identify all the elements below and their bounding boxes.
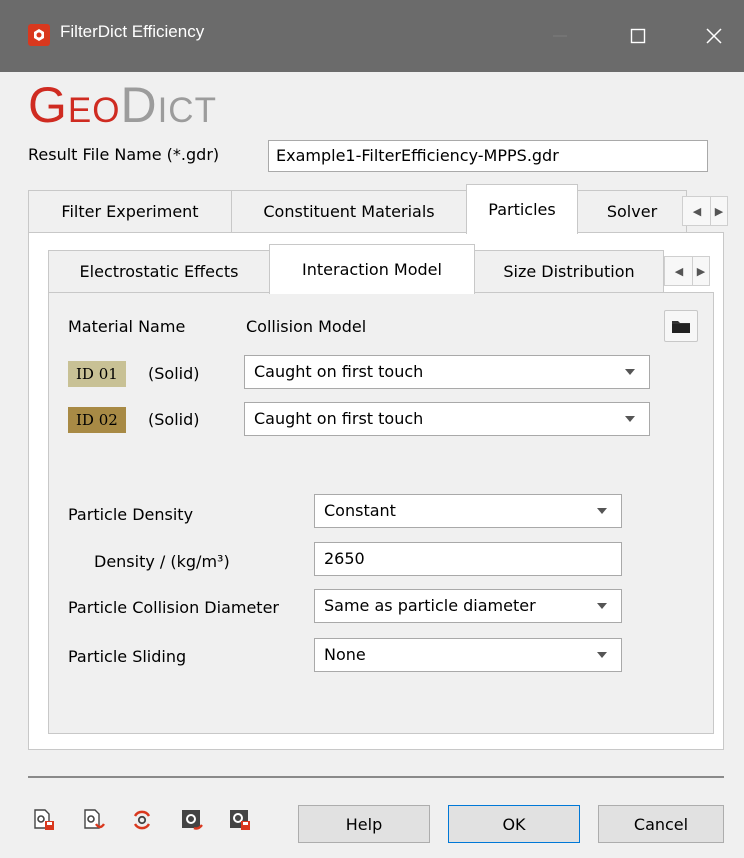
tab-solver[interactable]: Solver bbox=[577, 190, 687, 232]
tab-filter-experiment[interactable]: Filter Experiment bbox=[28, 190, 232, 232]
tab-constituent-materials[interactable]: Constituent Materials bbox=[231, 190, 467, 232]
help-button[interactable]: Help bbox=[298, 805, 430, 843]
app-icon bbox=[28, 24, 50, 46]
chevron-down-icon bbox=[597, 652, 607, 658]
collision-model-value: Caught on first touch bbox=[254, 409, 424, 428]
edit-macro-icon[interactable] bbox=[180, 808, 204, 832]
minimize-button[interactable] bbox=[530, 14, 590, 58]
collision-model-header: Collision Model bbox=[246, 317, 367, 336]
collision-model-dropdown[interactable]: Caught on first touch bbox=[244, 402, 650, 436]
save-settings-icon[interactable] bbox=[32, 808, 56, 832]
inner-tab-scroll-right-button[interactable]: ▶ bbox=[692, 256, 710, 286]
material-type: (Solid) bbox=[148, 410, 200, 429]
collision-model-dropdown[interactable]: Caught on first touch bbox=[244, 355, 650, 389]
result-file-input[interactable]: Example1-FilterEfficiency-MPPS.gdr bbox=[268, 140, 708, 172]
collision-diameter-dropdown[interactable]: Same as particle diameter bbox=[314, 589, 622, 623]
density-value-input[interactable]: 2650 bbox=[314, 542, 622, 576]
tab-scroll-left-button[interactable]: ◀ bbox=[682, 196, 712, 226]
geodict-logo: GeoDict bbox=[28, 80, 217, 130]
particle-sliding-label: Particle Sliding bbox=[68, 647, 187, 666]
material-type: (Solid) bbox=[148, 364, 200, 383]
logo-geo: Geo bbox=[28, 77, 121, 133]
collision-diameter-value: Same as particle diameter bbox=[324, 596, 536, 615]
folder-icon bbox=[672, 321, 690, 333]
maximize-button[interactable] bbox=[608, 14, 668, 58]
reset-settings-icon[interactable] bbox=[130, 808, 154, 832]
export-macro-icon[interactable] bbox=[228, 808, 252, 832]
chevron-down-icon bbox=[625, 369, 635, 375]
tab-scroll-right-button[interactable]: ▶ bbox=[710, 196, 728, 226]
particle-density-value: Constant bbox=[324, 501, 396, 520]
chevron-down-icon bbox=[625, 416, 635, 422]
load-settings-icon[interactable] bbox=[82, 808, 106, 832]
material-id-badge: ID 01 bbox=[68, 361, 126, 387]
density-value-label: Density / (kg/m³) bbox=[94, 552, 230, 571]
inner-tab-scroll-left-button[interactable]: ◀ bbox=[664, 256, 694, 286]
particle-density-dropdown[interactable]: Constant bbox=[314, 494, 622, 528]
tab-electrostatic-effects[interactable]: Electrostatic Effects bbox=[48, 250, 270, 292]
collision-model-value: Caught on first touch bbox=[254, 362, 424, 381]
collision-diameter-label: Particle Collision Diameter bbox=[68, 598, 279, 617]
particle-sliding-value: None bbox=[324, 645, 366, 664]
tab-size-distribution[interactable]: Size Distribution bbox=[474, 250, 664, 292]
material-name-header: Material Name bbox=[68, 317, 186, 336]
particle-sliding-dropdown[interactable]: None bbox=[314, 638, 622, 672]
chevron-down-icon bbox=[597, 508, 607, 514]
close-button[interactable] bbox=[684, 14, 744, 58]
ok-button[interactable]: OK bbox=[448, 805, 580, 843]
particle-density-label: Particle Density bbox=[68, 505, 194, 524]
window-title: FilterDict Efficiency bbox=[60, 22, 205, 41]
material-id-badge: ID 02 bbox=[68, 407, 126, 433]
result-file-label: Result File Name (*.gdr) bbox=[28, 145, 220, 164]
tab-interaction-model[interactable]: Interaction Model bbox=[269, 244, 475, 294]
tab-particles[interactable]: Particles bbox=[466, 184, 578, 234]
bottom-divider bbox=[28, 776, 724, 778]
logo-dict: Dict bbox=[120, 77, 217, 133]
chevron-down-icon bbox=[597, 603, 607, 609]
open-folder-button[interactable] bbox=[664, 310, 698, 342]
cancel-button[interactable]: Cancel bbox=[598, 805, 724, 843]
